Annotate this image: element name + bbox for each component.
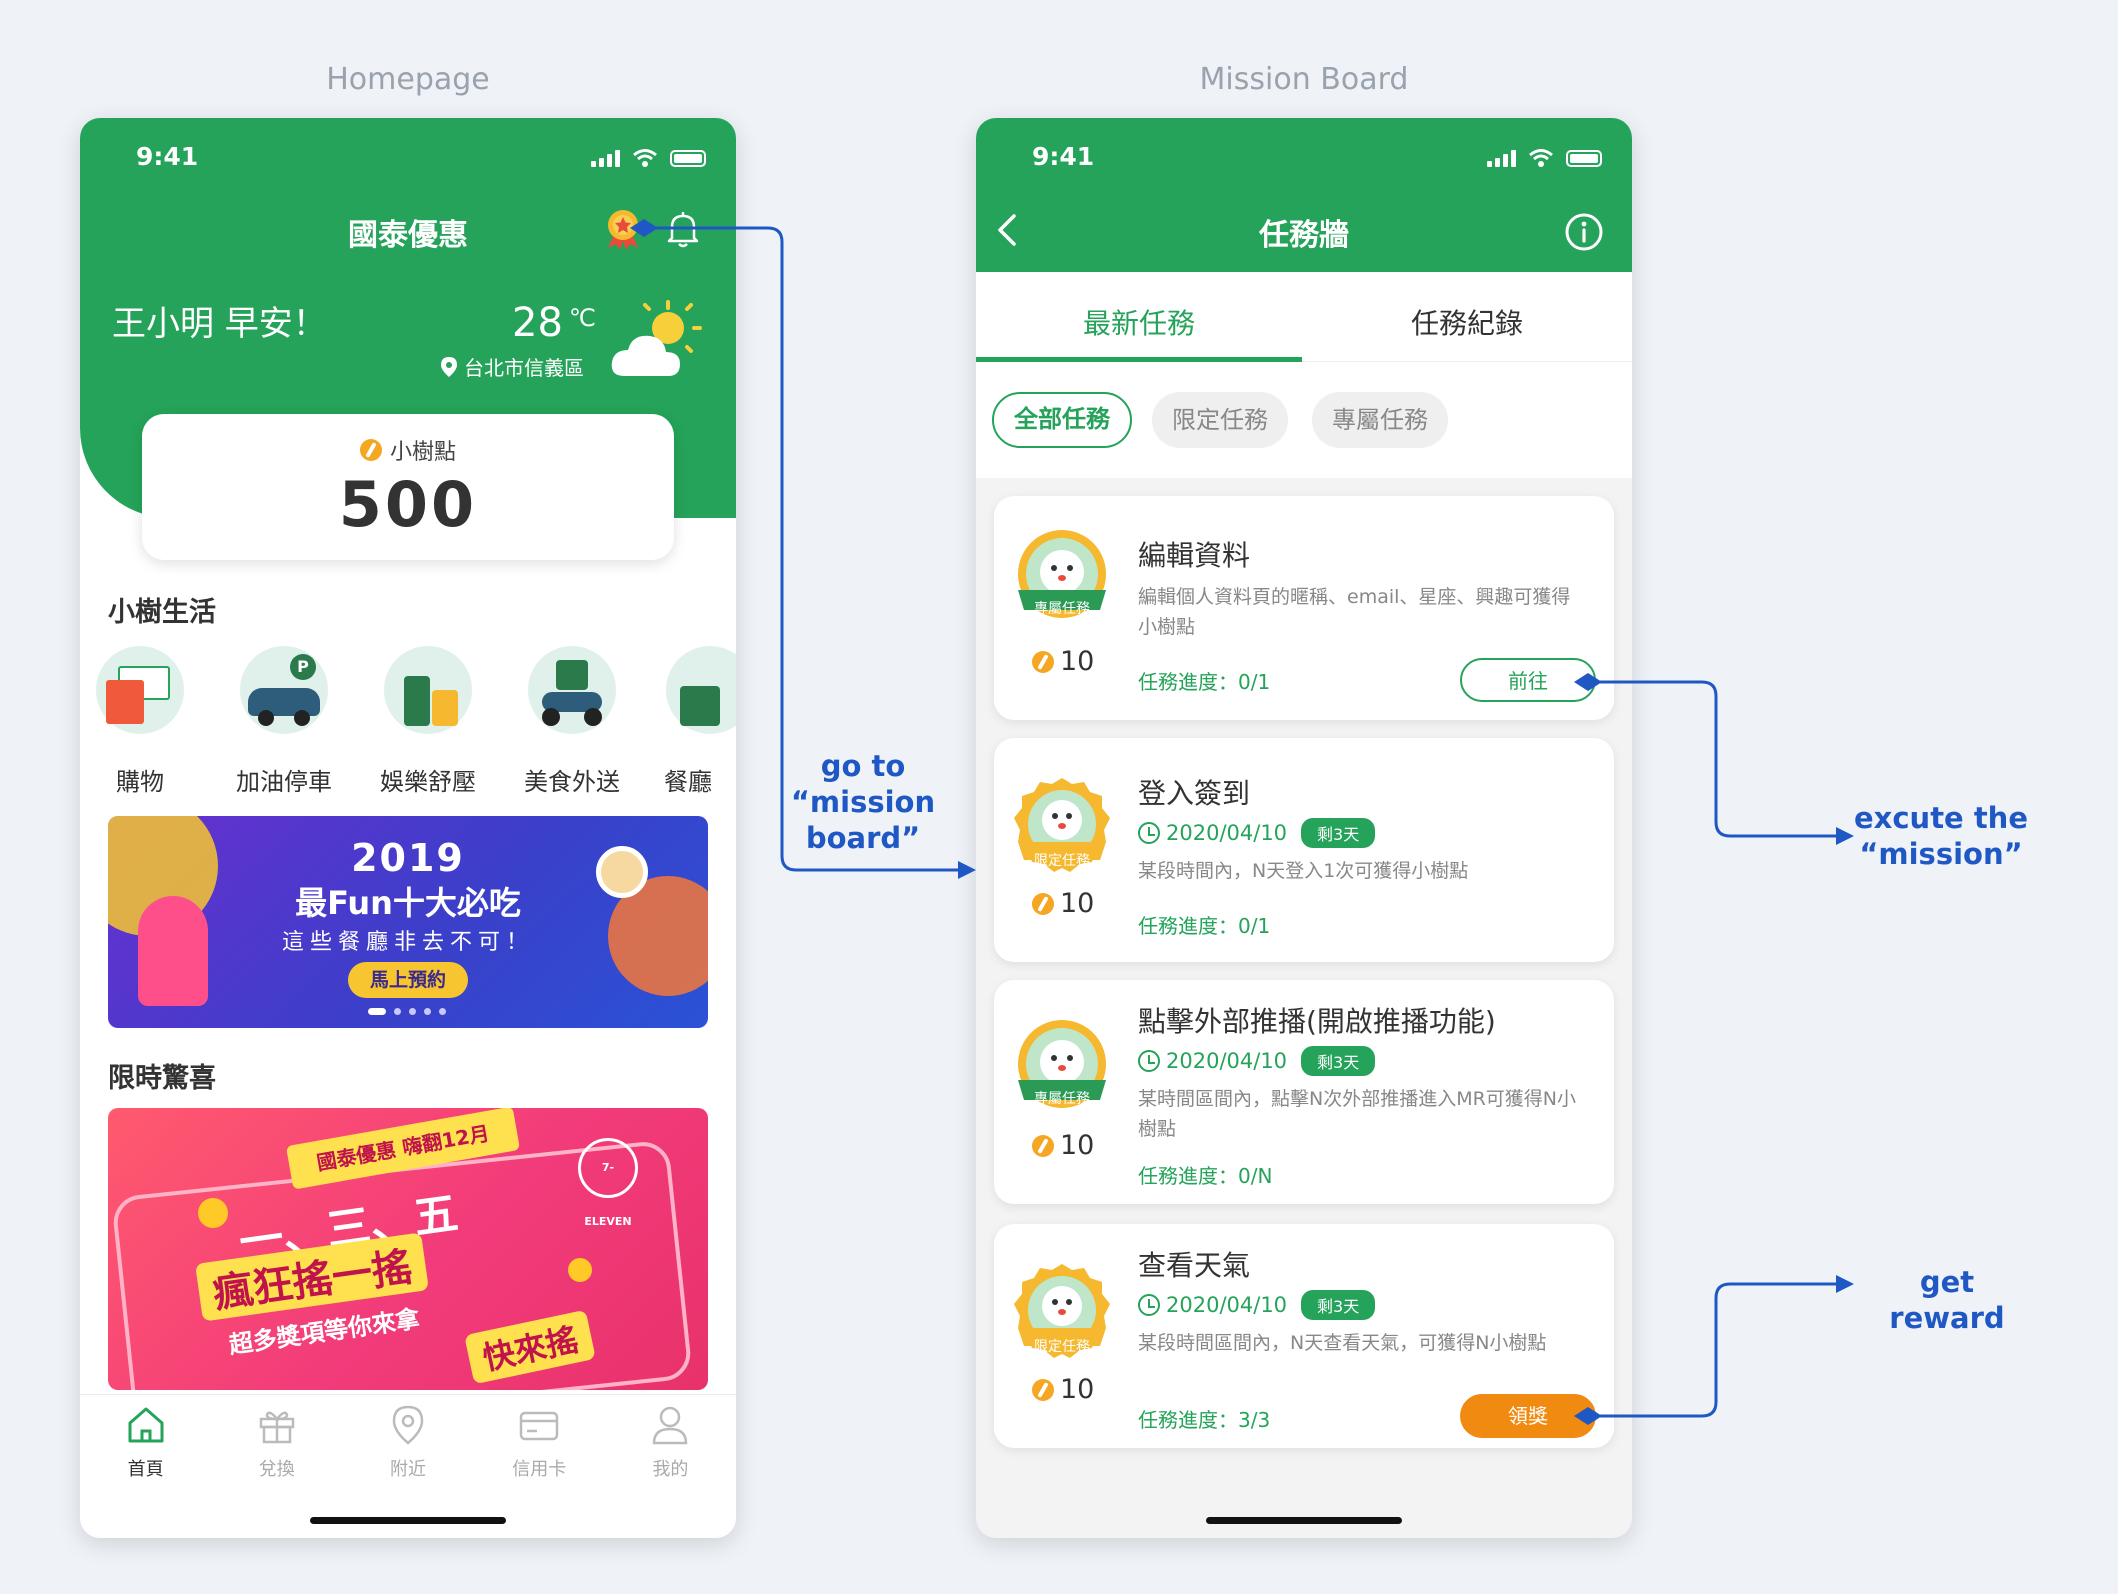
annotation-go-to-board: go to “mission board” xyxy=(790,749,936,855)
arrow-to-reward xyxy=(1590,1282,1840,1418)
arrow-to-execute xyxy=(1590,680,1840,838)
annotation-get-reward: get reward xyxy=(1889,1265,2005,1335)
annotation-arrows xyxy=(630,219,1854,1425)
annotation-execute-mission: excute the “mission” xyxy=(1853,801,2028,871)
